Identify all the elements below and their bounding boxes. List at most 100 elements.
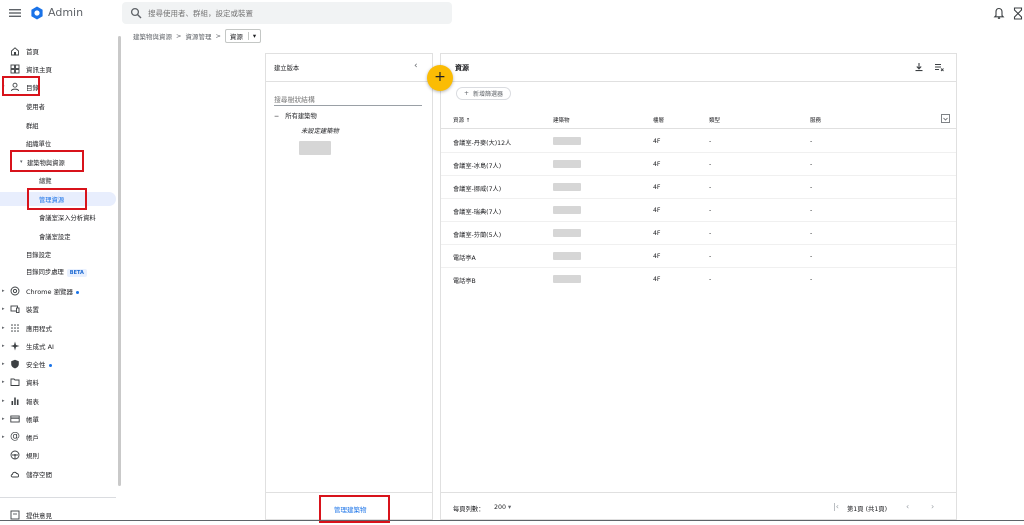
sidebar-scrollbar[interactable] <box>118 36 121 486</box>
sidebar-item-label: 應用程式 <box>26 325 52 333</box>
sidebar-item-label: 目錄設定 <box>26 251 52 259</box>
at-icon: @ <box>10 431 20 442</box>
table-row[interactable]: 會議室-挪威(7人) 4F - - <box>441 176 956 199</box>
cell-resource[interactable]: 會議室-挪威(7人) <box>453 184 501 193</box>
admin-logo-icon[interactable] <box>30 6 44 20</box>
page-info: 第1頁 (共1頁) <box>847 506 888 513</box>
sidebar-item-label: 規則 <box>26 452 39 460</box>
sidebar-divider <box>0 497 116 498</box>
cell-resource[interactable]: 會議室-瑞典(7人) <box>453 207 501 216</box>
breadcrumb: 建築物與資源 > 資源管理 > 資源 ▾ <box>133 29 262 43</box>
notifications-bell-icon[interactable] <box>993 7 1005 20</box>
sidebar-item-label: 首頁 <box>26 48 39 56</box>
tree-node-all-buildings[interactable]: − 所有建築物 <box>274 111 317 120</box>
tree-search-input[interactable] <box>274 94 422 106</box>
sidebar-item-label: Chrome 瀏覽器 <box>26 288 74 296</box>
chevron-left-icon[interactable]: ‹ <box>414 61 418 71</box>
sidebar-item-room-settings[interactable]: 會議室設定 <box>0 229 116 243</box>
buildings-tree-panel: 建立版本 ‹ −所有建築物 未設定建築物 管理建築物 <box>265 53 433 523</box>
search-icon <box>130 7 142 19</box>
cell-service: - <box>810 230 813 237</box>
sidebar-item-users[interactable]: 使用者 <box>0 99 116 113</box>
table-row[interactable]: 會議室-丹麥(大)12人 4F - - <box>441 130 956 153</box>
chrome-icon <box>10 286 20 296</box>
first-page-icon[interactable]: |‹ <box>833 502 839 511</box>
table-row[interactable]: 電話亭B 4F - - <box>441 268 956 291</box>
breadcrumb-current-dropdown[interactable]: 資源 ▾ <box>224 29 262 43</box>
chevron-down-icon: ▾ <box>508 504 512 511</box>
cell-resource[interactable]: 會議室-芬蘭(5人) <box>453 230 501 239</box>
home-icon <box>11 47 19 56</box>
column-header-floor[interactable]: 樓層 <box>653 116 664 124</box>
column-header-resource[interactable]: 資源 ↑ <box>453 116 470 124</box>
table-row[interactable]: 會議室-瑞典(7人) 4F - - <box>441 199 956 222</box>
divider <box>441 492 956 493</box>
bar-chart-icon <box>11 397 19 405</box>
add-filter-button[interactable]: + 新增篩選器 <box>456 87 512 100</box>
column-header-service[interactable]: 服務 <box>810 116 821 124</box>
download-icon[interactable] <box>914 62 924 72</box>
sidebar-item-label-wrap: Chrome 瀏覽器 <box>26 286 80 296</box>
hourglass-icon[interactable] <box>1013 7 1023 20</box>
table-column-chooser-icon[interactable] <box>941 114 950 123</box>
resources-panel: 資源 + 新增篩選器 資源 ↑ 建築物 樓層 類型 服務 會議室-丹麥(大)12… <box>440 53 957 520</box>
column-header-label: 資源 <box>453 118 465 124</box>
sidebar-item-manage-resources[interactable]: 管理資源 <box>0 192 116 206</box>
add-resource-fab-button[interactable]: + <box>427 65 453 91</box>
cell-resource[interactable]: 電話亭A <box>453 253 476 262</box>
sidebar-item-groups[interactable]: 群組 <box>0 118 116 132</box>
manage-buildings-link[interactable]: 管理建築物 <box>334 504 367 514</box>
sidebar-item-overview[interactable]: 總覽 <box>0 173 116 187</box>
collapse-minus-icon[interactable]: − <box>274 113 279 120</box>
divider <box>441 81 956 82</box>
table-row[interactable]: 會議室-芬蘭(5人) 4F - - <box>441 222 956 245</box>
cell-service: - <box>810 184 813 191</box>
breadcrumb-resource-management-link[interactable]: 資源管理 <box>185 31 211 41</box>
sparkle-icon <box>10 341 20 351</box>
sidebar-item-label-wrap: 目錄同步處理 BETA <box>26 267 87 277</box>
search-bar[interactable] <box>122 2 452 24</box>
add-filter-label: 新增篩選器 <box>473 91 504 98</box>
sidebar-item-room-insights[interactable]: 會議室深入分析資料 <box>0 210 116 224</box>
breadcrumb-buildings-link[interactable]: 建築物與資源 <box>133 31 172 41</box>
expand-caret-icon: ▸ <box>2 343 5 349</box>
sidebar-item-label: 儲存空間 <box>26 471 52 479</box>
cell-floor: 4F <box>653 184 661 191</box>
table-row[interactable]: 會議室-冰島(7人) 4F - - <box>441 153 956 176</box>
cell-resource[interactable]: 會議室-冰島(7人) <box>453 161 501 170</box>
shield-icon <box>11 359 19 369</box>
cell-resource[interactable]: 會議室-丹麥(大)12人 <box>453 138 511 147</box>
menu-icon[interactable] <box>8 6 22 20</box>
redacted-building-name[interactable] <box>299 141 331 155</box>
sidebar-item-directory-settings[interactable]: 目錄設定 <box>0 247 116 261</box>
folder-icon <box>10 378 20 386</box>
redacted-building-cell <box>553 206 581 214</box>
cell-service: - <box>810 276 813 283</box>
expand-caret-icon: ▸ <box>2 306 5 312</box>
previous-page-icon[interactable]: ‹ <box>906 502 909 511</box>
sidebar-item-label: 會議室深入分析資料 <box>39 214 96 222</box>
expand-caret-icon: ▸ <box>2 398 5 404</box>
beta-badge: BETA <box>66 269 87 277</box>
table-row[interactable]: 電話亭A 4F - - <box>441 245 956 268</box>
tree-node-unset-building[interactable]: 未設定建築物 <box>301 126 339 135</box>
breadcrumb-separator: > <box>176 32 182 40</box>
new-dot-indicator <box>76 290 80 294</box>
column-settings-icon[interactable] <box>934 62 944 72</box>
divider <box>266 492 432 493</box>
sidebar-item-buildings-resources[interactable]: ▾ 建築物與資源 <box>0 155 116 169</box>
sidebar-item-directory-sync[interactable]: 目錄同步處理 BETA <box>0 265 116 279</box>
search-input[interactable] <box>148 5 438 21</box>
sidebar-item-label: 裝置 <box>26 306 39 314</box>
rows-per-page-select[interactable]: 200 ▾ <box>494 504 511 511</box>
redacted-building-cell <box>553 252 581 260</box>
next-page-icon[interactable]: › <box>931 502 934 511</box>
app-title: Admin <box>48 6 84 19</box>
column-header-type[interactable]: 類型 <box>709 116 720 124</box>
cell-resource[interactable]: 電話亭B <box>453 276 476 285</box>
sidebar-item-label: 管理資源 <box>39 196 65 204</box>
chevron-down-icon: ▾ <box>247 32 256 40</box>
sidebar-item-org-units[interactable]: 組織單位 <box>0 136 116 150</box>
rows-per-page-label: 每頁列數： <box>453 506 485 513</box>
column-header-building[interactable]: 建築物 <box>553 116 570 124</box>
